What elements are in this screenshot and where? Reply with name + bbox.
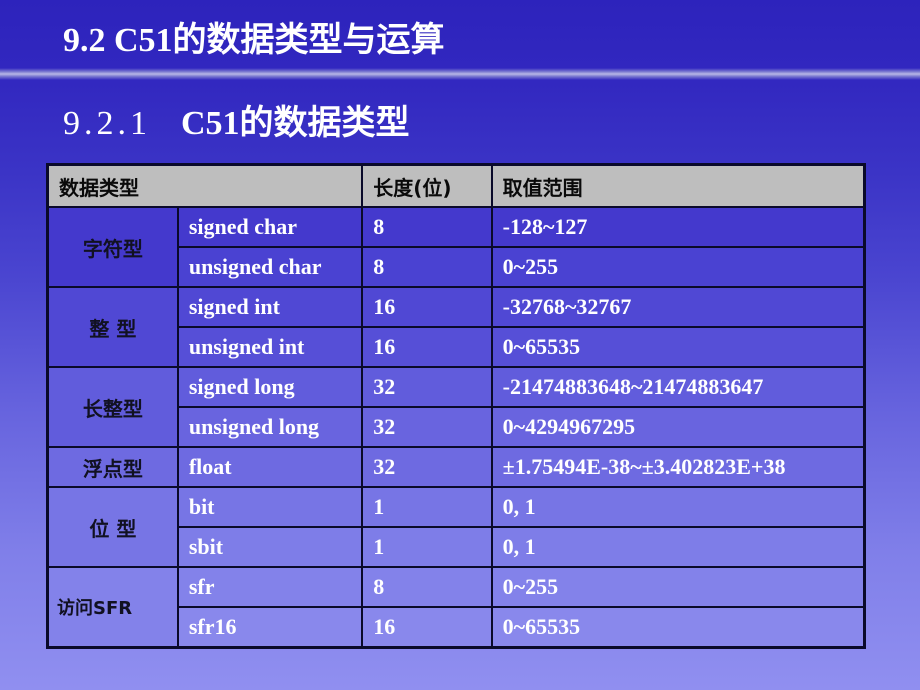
range-cell: 0, 1	[490, 486, 866, 528]
range-cell: 0~255	[490, 566, 866, 608]
type-cell: signed long	[176, 366, 364, 408]
length-cell: 16	[361, 286, 493, 328]
length-cell: 16	[361, 326, 493, 368]
range-cell: -128~127	[490, 206, 866, 248]
range-cell: 0~65535	[490, 326, 866, 368]
length-cell: 32	[361, 406, 493, 448]
subtitle-text: C51的数据类型	[181, 105, 410, 142]
type-cell: unsigned char	[176, 246, 364, 288]
range-cell: 0~4294967295	[490, 406, 866, 448]
title-divider	[0, 68, 920, 80]
type-cell: unsigned int	[176, 326, 364, 368]
header-length: 长度(位)	[361, 163, 493, 208]
range-cell: 0~255	[490, 246, 866, 288]
slide-title: 9.2 C51的数据类型与运算	[63, 22, 445, 59]
range-cell: 0, 1	[490, 526, 866, 568]
category-cell: 位 型	[46, 486, 179, 568]
subtitle-number: 9.2.1	[63, 105, 151, 142]
range-cell: 0~65535	[490, 606, 866, 649]
category-cell: 整 型	[46, 286, 179, 368]
length-cell: 8	[361, 206, 493, 248]
type-cell: float	[176, 446, 364, 488]
length-cell: 8	[361, 246, 493, 288]
table-row: 长整型 signed long 32 -21474883648~21474883647	[46, 366, 866, 448]
table-row: 访问SFR sfr 8 0~255	[46, 566, 866, 649]
data-types-table: 数据类型 长度(位) 取值范围 字符型 signed char 8 -128~127 u…	[46, 163, 866, 649]
type-cell: unsigned long	[176, 406, 364, 448]
length-cell: 16	[361, 606, 493, 649]
length-cell: 32	[361, 446, 493, 488]
table-row: 字符型 signed char 8 -128~127	[46, 206, 866, 288]
length-cell: 32	[361, 366, 493, 408]
length-cell: 8	[361, 566, 493, 608]
length-cell: 1	[361, 486, 493, 528]
table-row: 位 型 bit 1 0, 1	[46, 486, 866, 568]
length-cell: 1	[361, 526, 493, 568]
table-row: 整 型 signed int 16 -32768~32767	[46, 286, 866, 368]
slide-subtitle: 9.2.1 C51的数据类型	[63, 95, 410, 144]
category-cell: 浮点型	[46, 446, 179, 488]
type-cell: signed int	[176, 286, 364, 328]
table-header-row: 数据类型 长度(位) 取值范围	[46, 163, 866, 208]
category-cell: 字符型	[46, 206, 179, 288]
type-cell: signed char	[176, 206, 364, 248]
range-cell: ±1.75494E-38~±3.402823E+38	[490, 446, 866, 488]
header-data-type: 数据类型	[46, 163, 364, 208]
range-cell: -32768~32767	[490, 286, 866, 328]
category-cell: 访问SFR	[46, 566, 179, 649]
type-cell: sbit	[176, 526, 364, 568]
category-cell: 长整型	[46, 366, 179, 448]
type-cell: sfr16	[176, 606, 364, 649]
range-cell: -21474883648~21474883647	[490, 366, 866, 408]
type-cell: sfr	[176, 566, 364, 608]
header-range: 取值范围	[490, 163, 866, 208]
table-row: 浮点型 float 32 ±1.75494E-38~±3.402823E+38	[46, 446, 866, 488]
type-cell: bit	[176, 486, 364, 528]
